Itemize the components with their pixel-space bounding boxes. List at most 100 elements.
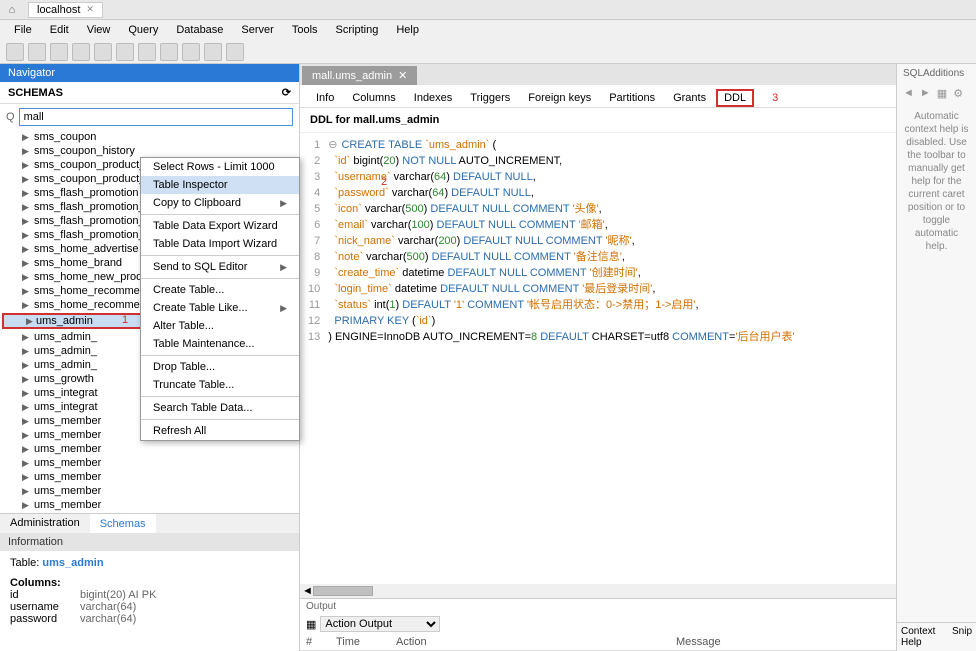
ctx-create-table-like-[interactable]: Create Table Like...▶: [141, 299, 299, 317]
ctx-copy-to-clipboard[interactable]: Copy to Clipboard▶: [141, 194, 299, 212]
scrollbar-thumb[interactable]: [313, 586, 373, 596]
information-header: Information: [0, 533, 299, 551]
menu-help[interactable]: Help: [388, 22, 427, 38]
output-select[interactable]: Action Output: [320, 616, 440, 632]
subtab-foreign-keys[interactable]: Foreign keys: [520, 89, 599, 107]
tree-item[interactable]: ▶ums_member: [0, 442, 299, 456]
toolbar-icon[interactable]: [116, 43, 134, 61]
menu-scripting[interactable]: Scripting: [328, 22, 387, 38]
scroll-left-icon[interactable]: ◄: [302, 585, 313, 597]
toolbar-icon[interactable]: [72, 43, 90, 61]
menu-server[interactable]: Server: [233, 22, 281, 38]
ctx-search-table-data-[interactable]: Search Table Data...: [141, 399, 299, 417]
tree-item[interactable]: ▶ums_member: [0, 512, 299, 513]
subtab-partitions[interactable]: Partitions: [601, 89, 663, 107]
context-menu[interactable]: Select Rows - Limit 1000Table Inspector2…: [140, 157, 300, 441]
ctx-refresh-all[interactable]: Refresh All: [141, 422, 299, 440]
menu-view[interactable]: View: [79, 22, 119, 38]
subtab-info[interactable]: Info: [308, 89, 342, 107]
toolbar-icon[interactable]: [6, 43, 24, 61]
close-icon[interactable]: ✕: [86, 4, 94, 15]
schema-search-input[interactable]: [19, 108, 293, 126]
tree-item[interactable]: ▶sms_coupon: [0, 130, 299, 144]
menu-edit[interactable]: Edit: [42, 22, 77, 38]
subtab-indexes[interactable]: Indexes: [406, 89, 461, 107]
code-line: `icon` varchar(500) DEFAULT NULL COMMENT…: [328, 201, 896, 217]
ctx-drop-table-[interactable]: Drop Table...: [141, 358, 299, 376]
schemas-label: SCHEMAS: [8, 87, 63, 99]
menu-file[interactable]: File: [6, 22, 40, 38]
code-editor[interactable]: 12345678910111213 ⊖CREATE TABLE `ums_adm…: [300, 133, 896, 584]
code-line: `create_time` datetime DEFAULT NULL COMM…: [328, 265, 896, 281]
home-icon[interactable]: ⌂: [4, 2, 20, 18]
tab-administration[interactable]: Administration: [0, 514, 90, 533]
titlebar: ⌂ localhost ✕: [0, 0, 976, 20]
tree-item[interactable]: ▶ums_member: [0, 470, 299, 484]
toolbar-icon[interactable]: [204, 43, 222, 61]
toolbar-icon[interactable]: [138, 43, 156, 61]
toolbar-icon[interactable]: [182, 43, 200, 61]
ddl-header: DDL for mall.ums_admin: [300, 108, 896, 133]
info-table-name: ums_admin: [42, 557, 103, 569]
menubar: FileEditViewQueryDatabaseServerToolsScri…: [0, 20, 976, 40]
close-icon[interactable]: ✕: [398, 69, 407, 82]
ctx-table-data-export-wizard[interactable]: Table Data Export Wizard: [141, 217, 299, 235]
help-icon[interactable]: ▦: [937, 87, 947, 100]
code-line: `username` varchar(64) DEFAULT NULL,: [328, 169, 896, 185]
code-line: `email` varchar(100) DEFAULT NULL COMMEN…: [328, 217, 896, 233]
ctx-separator: [141, 278, 299, 279]
toolbar-icon[interactable]: [28, 43, 46, 61]
output-col-action: Action: [396, 636, 676, 648]
tab-schemas[interactable]: Schemas: [90, 514, 156, 533]
output-selector-row: ▦ Action Output: [300, 614, 896, 634]
next-icon[interactable]: ►: [920, 87, 931, 100]
ctx-alter-table-[interactable]: Alter Table...: [141, 317, 299, 335]
subtab-columns[interactable]: Columns: [344, 89, 403, 107]
sql-additions-text: Automatic context help is disabled. Use …: [897, 104, 976, 259]
subtab-grants[interactable]: Grants: [665, 89, 714, 107]
editor-tab[interactable]: mall.ums_admin ✕: [302, 66, 417, 85]
connection-tab[interactable]: localhost ✕: [28, 2, 103, 18]
sql-additions-toolbar: ◄ ► ▦ ⚙: [897, 83, 976, 104]
ctx-truncate-table-[interactable]: Truncate Table...: [141, 376, 299, 394]
toolbar-icon[interactable]: [226, 43, 244, 61]
schema-search-row: Q: [0, 104, 299, 130]
editor-tab-bar: mall.ums_admin ✕: [300, 64, 896, 85]
ctx-create-table-[interactable]: Create Table...: [141, 281, 299, 299]
tab-snippets[interactable]: Snip: [948, 623, 976, 651]
info-columns-label: Columns:: [10, 577, 289, 589]
information-panel: Table: ums_admin Columns: idbigint(20) A…: [0, 551, 299, 651]
ctx-select-rows-limit-[interactable]: Select Rows - Limit 1000: [141, 158, 299, 176]
annotation-1: 1: [122, 314, 128, 326]
menu-database[interactable]: Database: [168, 22, 231, 38]
nav-bottom-tabs: Administration Schemas: [0, 513, 299, 533]
tab-context-help[interactable]: Context Help: [897, 623, 948, 651]
ctx-table-data-import-wizard[interactable]: Table Data Import Wizard: [141, 235, 299, 253]
tree-item[interactable]: ▶sms_coupon_history: [0, 144, 299, 158]
connection-tab-label: localhost: [37, 4, 80, 16]
subtab-triggers[interactable]: Triggers: [462, 89, 518, 107]
subtab-ddl[interactable]: DDL: [716, 89, 754, 107]
annotation-2: 2: [381, 176, 387, 188]
output-col-num: #: [306, 636, 336, 648]
prev-icon[interactable]: ◄: [903, 87, 914, 100]
editor-tab-label: mall.ums_admin: [312, 70, 392, 82]
toolbar-icon[interactable]: [160, 43, 178, 61]
sql-additions-header: SQLAdditions: [897, 64, 976, 83]
menu-query[interactable]: Query: [120, 22, 166, 38]
tree-item[interactable]: ▶ums_member: [0, 456, 299, 470]
ctx-table-inspector[interactable]: Table Inspector2: [141, 176, 299, 194]
toolbar-icon[interactable]: [50, 43, 68, 61]
ctx-separator: [141, 255, 299, 256]
code-line: `password` varchar(64) DEFAULT NULL,: [328, 185, 896, 201]
tree-item[interactable]: ▶ums_member: [0, 484, 299, 498]
tree-item[interactable]: ▶ums_member: [0, 498, 299, 512]
ctx-table-maintenance-[interactable]: Table Maintenance...: [141, 335, 299, 353]
code-line: `login_time` datetime DEFAULT NULL COMME…: [328, 281, 896, 297]
horizontal-scrollbar[interactable]: ◄: [300, 584, 896, 598]
toggle-icon[interactable]: ⚙: [953, 87, 963, 100]
refresh-icon[interactable]: ⟳: [282, 86, 291, 99]
ctx-send-to-sql-editor[interactable]: Send to SQL Editor▶: [141, 258, 299, 276]
toolbar-icon[interactable]: [94, 43, 112, 61]
menu-tools[interactable]: Tools: [284, 22, 326, 38]
